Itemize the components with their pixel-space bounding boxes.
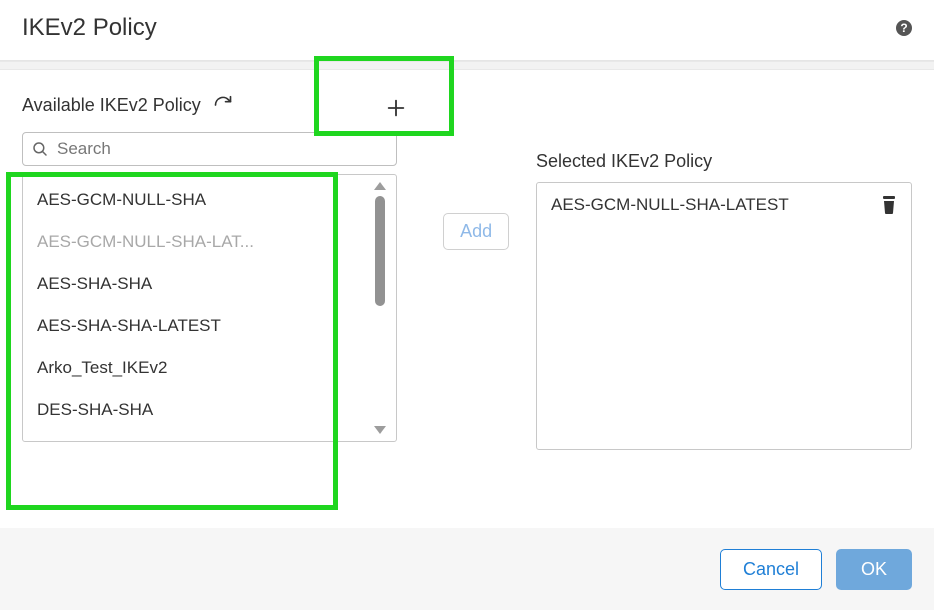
page-title: IKEv2 Policy	[22, 14, 157, 42]
selected-title: Selected IKEv2 Policy	[536, 151, 912, 172]
available-panel: Available IKEv2 Policy AES-GCM-NULL-SHA …	[22, 88, 416, 450]
scrollbar[interactable]	[368, 179, 392, 437]
dialog-footer: Cancel OK	[0, 528, 934, 610]
list-item[interactable]: AES-SHA-SHA-LATEST	[23, 305, 353, 347]
selected-panel: Selected IKEv2 Policy AES-GCM-NULL-SHA-L…	[536, 88, 912, 450]
scroll-up-icon[interactable]	[372, 179, 388, 193]
list-item[interactable]: AES-GCM-NULL-SHA-LAT...	[23, 221, 353, 263]
search-box[interactable]	[22, 132, 397, 166]
available-title: Available IKEv2 Policy	[22, 95, 201, 116]
dialog-header: IKEv2 Policy ?	[0, 0, 934, 61]
content-area: Available IKEv2 Policy AES-GCM-NULL-SHA …	[0, 70, 934, 450]
scroll-down-icon[interactable]	[372, 423, 388, 437]
selected-list: AES-GCM-NULL-SHA-LATEST	[536, 182, 912, 450]
list-item[interactable]: DES-SHA-SHA	[23, 389, 353, 431]
refresh-icon[interactable]	[213, 95, 233, 115]
list-item[interactable]: AES-SHA-SHA	[23, 263, 353, 305]
ok-button[interactable]: OK	[836, 549, 912, 590]
cancel-button[interactable]: Cancel	[720, 549, 822, 590]
trash-icon[interactable]	[881, 196, 897, 214]
scroll-thumb[interactable]	[375, 196, 385, 306]
search-input[interactable]	[57, 139, 388, 159]
help-icon[interactable]: ?	[896, 20, 912, 36]
plus-icon	[385, 97, 407, 119]
add-button[interactable]: Add	[443, 213, 509, 250]
available-header: Available IKEv2 Policy	[22, 88, 416, 122]
search-icon	[31, 140, 49, 158]
transfer-actions: Add	[416, 88, 536, 450]
available-list-items: AES-GCM-NULL-SHA AES-GCM-NULL-SHA-LAT...…	[23, 175, 396, 435]
list-item[interactable]: Arko_Test_IKEv2	[23, 347, 353, 389]
list-item[interactable]: AES-GCM-NULL-SHA	[23, 179, 353, 221]
scroll-track[interactable]	[375, 193, 385, 423]
available-list: AES-GCM-NULL-SHA AES-GCM-NULL-SHA-LAT...…	[22, 174, 397, 442]
header-separator	[0, 61, 934, 70]
add-new-policy-button[interactable]	[377, 91, 415, 125]
selected-item-row: AES-GCM-NULL-SHA-LATEST	[541, 189, 907, 221]
selected-item-label[interactable]: AES-GCM-NULL-SHA-LATEST	[551, 195, 789, 215]
